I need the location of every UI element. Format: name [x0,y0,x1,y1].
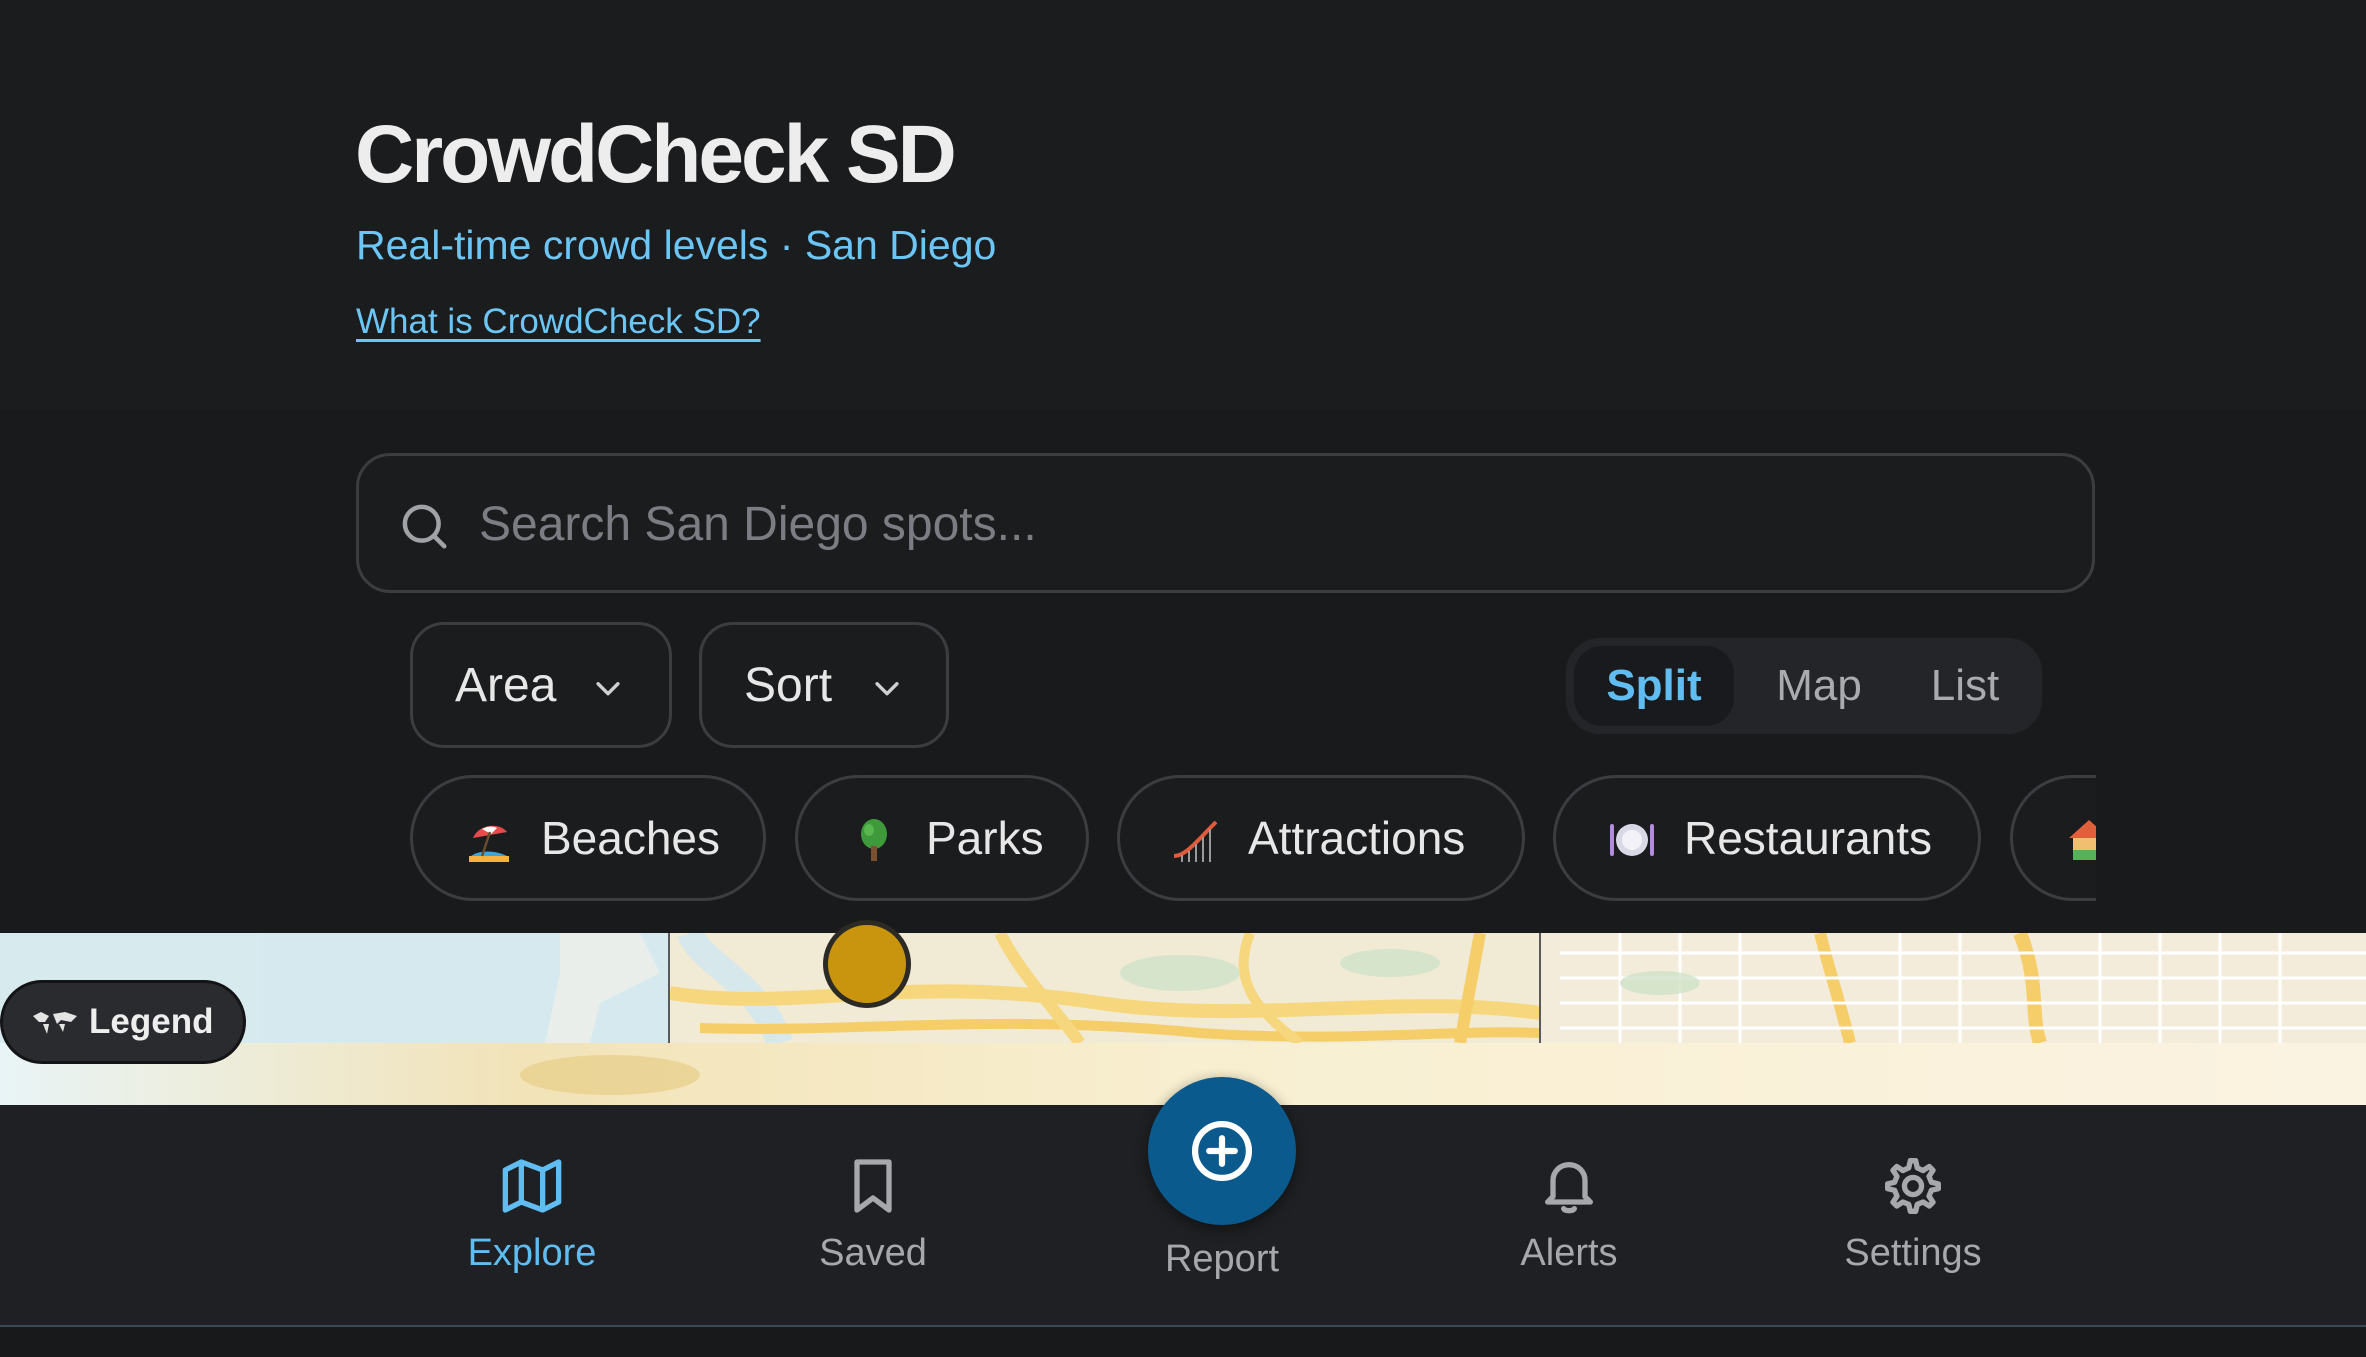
nav-label: Saved [819,1232,927,1274]
chip-label: Parks [926,812,1044,864]
map-tiles [0,933,2366,1105]
chevron-down-icon [875,682,899,696]
app-title: CrowdCheck SD [355,109,957,200]
area-dropdown[interactable]: Area [410,622,672,748]
nav-settings[interactable]: Settings [1803,1140,2023,1290]
chevron-down-icon [596,682,620,696]
map-view[interactable] [0,933,2366,1105]
app-subtitle: Real-time crowd levels · San Diego [356,222,997,268]
nav-bottom-edge [0,1327,2366,1357]
plate-icon [1610,824,1654,856]
nav-alerts[interactable]: Alerts [1459,1140,1679,1290]
sort-dropdown[interactable]: Sort [699,622,949,748]
search-icon [402,504,447,549]
plus-circle-icon [1191,1120,1253,1182]
bookmark-icon [854,1159,892,1213]
chip-label: Beaches [541,812,721,864]
chip-label: Attractions [1248,812,1466,864]
category-chips: Beaches Parks Attractions Restaurants [410,775,2096,903]
view-split-button[interactable]: Split [1574,646,1734,726]
bell-icon [1545,1162,1593,1214]
search-box[interactable] [356,453,2095,593]
report-button[interactable] [1148,1077,1296,1225]
area-dropdown-label: Area [455,658,557,712]
sort-dropdown-label: Sort [744,658,833,712]
view-list-button[interactable]: List [1896,646,2034,726]
chip-parks[interactable]: Parks [795,775,1089,901]
legend-label: Legend [89,1002,214,1041]
chip-restaurants[interactable]: Restaurants [1553,775,1981,901]
chip-label: Restaurants [1684,812,1933,864]
tree-icon [861,819,887,861]
roller-coaster-icon [1173,820,1218,862]
map-icon [502,1159,562,1213]
world-map-icon [33,1012,77,1034]
view-toggle: Split Map List [1566,638,2042,734]
nav-label: Alerts [1520,1232,1618,1274]
nav-label: Settings [1844,1232,1982,1274]
view-map-button[interactable]: Map [1744,646,1894,726]
crowd-map-pin[interactable] [823,920,911,1008]
legend-button[interactable]: Legend [0,980,246,1064]
chip-attractions[interactable]: Attractions [1117,775,1525,901]
chip-beaches[interactable]: Beaches [410,775,766,901]
gear-icon [1884,1158,1941,1214]
report-label: Report [1164,1238,1280,1280]
app-header: CrowdCheck SD Real-time crowd levels · S… [0,0,2366,410]
about-link[interactable]: What is CrowdCheck SD? [356,302,761,342]
search-input[interactable] [479,476,2059,572]
nav-explore[interactable]: Explore [422,1140,642,1290]
nav-saved[interactable]: Saved [763,1140,983,1290]
nav-label: Explore [467,1232,597,1274]
beach-umbrella-icon [469,825,509,862]
house-icon [2069,820,2096,860]
chip-homes[interactable] [2010,775,2096,901]
